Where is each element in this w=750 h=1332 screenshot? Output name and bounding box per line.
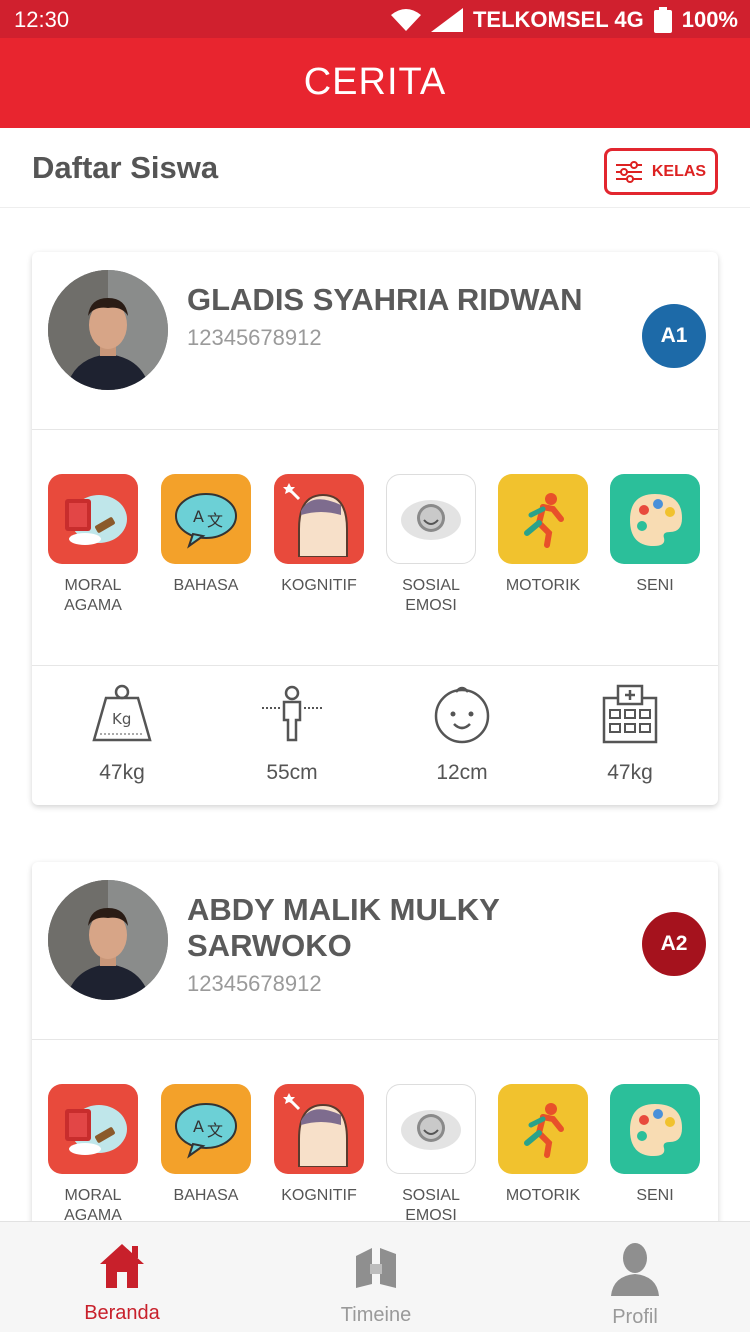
timeline-icon (356, 1248, 396, 1288)
aspect-label: SOSIAL EMOSI (402, 577, 460, 614)
aspect-motorik[interactable]: MOTORIK (488, 1084, 598, 1206)
svg-text:文: 文 (207, 1121, 223, 1140)
aspect-seni[interactable]: SENI (600, 1084, 710, 1206)
student-number: 12345678912 (187, 971, 322, 996)
health-value: 47kg (607, 761, 653, 784)
aspect-moral-agama[interactable]: MORAL AGAMA (38, 474, 148, 616)
student-number: 12345678912 (187, 325, 322, 350)
signal-icon (430, 8, 463, 32)
nav-timeline[interactable]: Timeine (296, 1244, 456, 1327)
status-time: 12:30 (14, 7, 70, 32)
aspect-label: SENI (636, 1187, 674, 1204)
bottom-nav: Beranda Timeine Profil (0, 1221, 750, 1332)
baby-face-icon (434, 686, 490, 744)
list-header: Daftar Siswa KELAS (0, 128, 750, 208)
bahasa-icon: A文 (161, 474, 251, 564)
nav-profil[interactable]: Profil (555, 1242, 715, 1329)
aspect-label: BAHASA (173, 577, 239, 594)
aspect-kognitif[interactable]: KOGNITIF (264, 1084, 374, 1206)
svg-text:Kg: Kg (112, 710, 131, 728)
nav-label: Beranda (84, 1302, 160, 1324)
aspect-label: SENI (636, 577, 674, 594)
motorik-icon (498, 1084, 588, 1174)
aspect-sosial-emosi[interactable]: SOSIAL EMOSI (376, 1084, 486, 1226)
kelas-label: KELAS (651, 162, 707, 180)
aspect-label: KOGNITIF (281, 577, 357, 594)
aspect-seni[interactable]: SENI (600, 474, 710, 596)
sosial-emosi-icon (386, 1084, 476, 1174)
nav-label: Timeine (340, 1304, 412, 1326)
seni-icon (610, 1084, 700, 1174)
svg-text:文: 文 (207, 511, 223, 530)
height-icon (262, 685, 322, 742)
moral-agama-icon (48, 1084, 138, 1174)
bahasa-icon: A文 (161, 1084, 251, 1174)
aspect-label: MORAL AGAMA (64, 1187, 122, 1224)
moral-agama-icon (48, 474, 138, 564)
svg-text:A: A (193, 507, 204, 526)
status-bar: 12:30 TELKOMSEL 4G 100% (0, 0, 750, 38)
student-avatar (48, 880, 168, 1000)
student-avatar (48, 270, 168, 390)
class-badge: A2 (642, 912, 706, 976)
kelas-filter-button[interactable]: KELAS (604, 148, 718, 195)
aspect-sosial-emosi[interactable]: SOSIAL EMOSI (376, 474, 486, 616)
carrier-label: TELKOMSEL 4G (472, 7, 644, 32)
filter-icon (615, 160, 642, 183)
stat-weight: Kg 47kg (62, 684, 182, 785)
weight-icon: Kg (92, 684, 152, 742)
student-name: ABDY MALIK MULKY SARWOKO (187, 892, 500, 963)
aspect-bahasa[interactable]: A文 BAHASA (151, 474, 261, 596)
app-title: CERITA (303, 61, 447, 103)
student-card[interactable]: GLADIS SYAHRIA RIDWAN 12345678912 A1 MOR… (32, 252, 718, 805)
student-card[interactable]: ABDY MALIK MULKY SARWOKO 12345678912 A2 … (32, 862, 718, 1282)
weight-value: 47kg (99, 761, 145, 784)
student-name: GLADIS SYAHRIA RIDWAN (187, 282, 583, 317)
hospital-icon (602, 684, 658, 744)
aspect-label: BAHASA (173, 1187, 239, 1204)
aspect-bahasa[interactable]: A文 BAHASA (151, 1084, 261, 1206)
battery-level: 100% (681, 7, 738, 32)
wifi-icon (390, 9, 421, 31)
svg-text:A: A (193, 1117, 204, 1136)
aspect-label: MOTORIK (505, 577, 581, 594)
aspect-label: SOSIAL EMOSI (402, 1187, 460, 1224)
page-title: Daftar Siswa (32, 150, 219, 185)
aspect-label: MOTORIK (505, 1187, 581, 1204)
stat-height: 55cm (232, 684, 352, 785)
battery-icon (653, 7, 672, 33)
seni-icon (610, 474, 700, 564)
class-badge: A1 (642, 304, 706, 368)
kognitif-icon (274, 1084, 364, 1174)
motorik-icon (498, 474, 588, 564)
head-value: 12cm (436, 761, 488, 784)
sosial-emosi-icon (386, 474, 476, 564)
kognitif-icon (274, 474, 364, 564)
aspect-label: MORAL AGAMA (64, 577, 122, 614)
aspect-label: KOGNITIF (281, 1187, 357, 1204)
height-value: 55cm (266, 761, 318, 784)
stat-health: 47kg (570, 684, 690, 785)
nav-beranda[interactable]: Beranda (42, 1242, 202, 1325)
aspect-motorik[interactable]: MOTORIK (488, 474, 598, 596)
aspect-moral-agama[interactable]: MORAL AGAMA (38, 1084, 148, 1226)
stat-head: 12cm (402, 684, 522, 785)
app-bar: CERITA (0, 38, 750, 128)
nav-label: Profil (612, 1306, 658, 1328)
aspect-kognitif[interactable]: KOGNITIF (264, 474, 374, 596)
home-icon (100, 1244, 144, 1288)
user-icon (611, 1243, 659, 1296)
